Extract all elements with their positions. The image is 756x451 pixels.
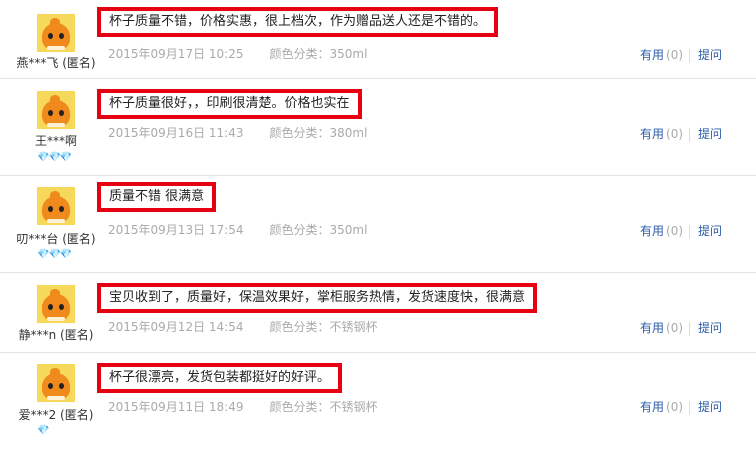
avatar[interactable] (37, 14, 75, 52)
divider (689, 224, 691, 239)
review-meta: 2015年09月17日 10:25 颜色分类：350ml (108, 45, 367, 62)
rank-hearts-icon: 💎💎💎 (37, 152, 72, 163)
useful-count: (0) (666, 48, 684, 62)
avatar[interactable] (37, 91, 75, 129)
rank-hearts-icon: 💎💎💎 (37, 249, 72, 260)
review-content: 宝贝收到了，质量好，保温效果好，掌柜服务热情，发货速度快，很满意 (97, 283, 538, 313)
ask-button[interactable]: 提问 (698, 321, 722, 335)
review-actions: 有用 (0) 提问 (640, 398, 722, 415)
useful-count: (0) (666, 224, 684, 238)
avatar[interactable] (37, 364, 75, 402)
review-item: 燕***飞 (匿名) 杯子质量不错，价格实惠，很上档次，作为赠品送人还是不错的。… (0, 0, 756, 79)
review-item: 王***啊 💎💎💎 杯子质量很好，，印刷很清楚。价格也实在 2015年09月16… (0, 79, 756, 176)
rank-hearts-icon: 💎 (37, 425, 49, 436)
review-content: 质量不错 很满意 (97, 182, 217, 212)
avatar[interactable] (37, 285, 75, 323)
color-label: 颜色分类： (269, 400, 330, 414)
review-meta: 2015年09月16日 11:43 颜色分类：380ml (108, 124, 367, 141)
review-item: 叨***台 (匿名) 💎💎💎 质量不错 很满意 2015年09月13日 17:5… (0, 176, 756, 273)
review-actions: 有用 (0) 提问 (640, 319, 722, 336)
divider (689, 321, 691, 336)
review-date: 2015年09月12日 14:54 (108, 320, 244, 334)
useful-count: (0) (666, 127, 684, 141)
review-actions: 有用 (0) 提问 (640, 125, 722, 142)
divider (689, 127, 691, 142)
review-date: 2015年09月13日 17:54 (108, 223, 244, 237)
review-date: 2015年09月17日 10:25 (108, 47, 244, 61)
useful-button[interactable]: 有用 (640, 224, 664, 238)
useful-button[interactable]: 有用 (640, 48, 664, 62)
useful-button[interactable]: 有用 (640, 321, 664, 335)
color-label: 颜色分类： (269, 320, 330, 334)
divider (689, 400, 691, 415)
reviewer-name: 王***啊 (34, 134, 77, 148)
review-item: 静***n (匿名) 宝贝收到了，质量好，保温效果好，掌柜服务热情，发货速度快，… (0, 273, 756, 353)
color-label: 颜色分类： (269, 223, 330, 237)
avatar[interactable] (37, 187, 75, 225)
color-value: 不锈钢杯 (329, 320, 378, 334)
color-value: 不锈钢杯 (329, 400, 378, 414)
color-label: 颜色分类： (269, 126, 330, 140)
ask-button[interactable]: 提问 (698, 127, 722, 141)
review-item: 爱***2 (匿名) 💎 杯子很漂亮，发货包装都挺好的好评。 2015年09月1… (0, 353, 756, 451)
color-value: 350ml (329, 223, 368, 237)
useful-count: (0) (666, 400, 684, 414)
ask-button[interactable]: 提问 (698, 400, 722, 414)
review-date: 2015年09月16日 11:43 (108, 126, 244, 140)
review-content: 杯子很漂亮，发货包装都挺好的好评。 (97, 363, 343, 393)
color-label: 颜色分类： (269, 47, 330, 61)
reviewer-name: 静***n (匿名) (18, 328, 94, 342)
ask-button[interactable]: 提问 (698, 224, 722, 238)
color-value: 350ml (329, 47, 368, 61)
review-actions: 有用 (0) 提问 (640, 46, 722, 63)
review-content: 杯子质量很好，，印刷很清楚。价格也实在 (97, 89, 362, 119)
divider (689, 48, 691, 63)
review-date: 2015年09月11日 18:49 (108, 400, 244, 414)
useful-button[interactable]: 有用 (640, 127, 664, 141)
review-meta: 2015年09月11日 18:49 颜色分类：不锈钢杯 (108, 398, 378, 415)
review-actions: 有用 (0) 提问 (640, 222, 722, 239)
review-content: 杯子质量不错，价格实惠，很上档次，作为赠品送人还是不错的。 (97, 7, 499, 37)
color-value: 380ml (329, 126, 368, 140)
reviewer-name: 叨***台 (匿名) (16, 232, 96, 246)
review-meta: 2015年09月13日 17:54 颜色分类：350ml (108, 221, 367, 238)
useful-count: (0) (666, 321, 684, 335)
review-meta: 2015年09月12日 14:54 颜色分类：不锈钢杯 (108, 318, 378, 335)
reviewer-name: 燕***飞 (匿名) (16, 56, 96, 70)
ask-button[interactable]: 提问 (698, 48, 722, 62)
reviewer-name: 爱***2 (匿名) (18, 408, 94, 422)
useful-button[interactable]: 有用 (640, 400, 664, 414)
